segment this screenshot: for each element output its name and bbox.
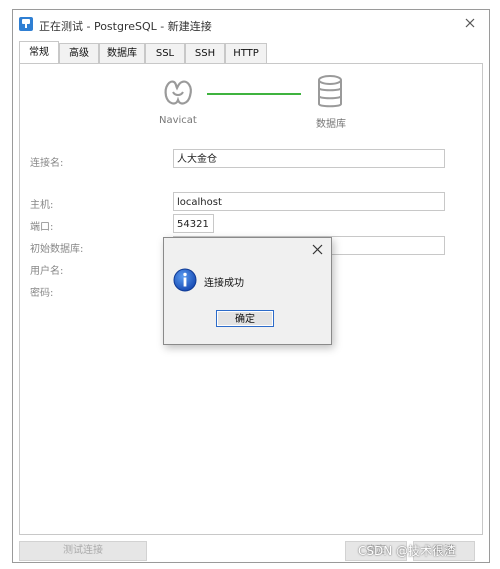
window-close-icon[interactable] — [463, 16, 477, 30]
dialog-close-icon[interactable] — [312, 244, 323, 255]
tab-ssl[interactable]: SSL — [145, 43, 185, 63]
tab-http[interactable]: HTTP — [225, 43, 267, 63]
tab-bar: 常规 高级 数据库 SSL SSH HTTP — [19, 41, 483, 63]
database-icon — [318, 75, 342, 108]
tab-ssh[interactable]: SSH — [185, 43, 225, 63]
tab-database[interactable]: 数据库 — [99, 43, 145, 63]
navicat-logo-icon — [164, 80, 192, 105]
test-connection-button[interactable]: 测试连接 — [19, 541, 147, 561]
host-label: 主机: — [30, 200, 54, 211]
connection-name-input[interactable]: 人大金仓 — [173, 149, 445, 168]
dialog-ok-button[interactable]: 确定 — [216, 310, 274, 327]
window-title: 正在测试 - PostgreSQL - 新建连接 — [39, 20, 212, 33]
title-bar: 正在测试 - PostgreSQL - 新建连接 — [13, 10, 489, 38]
connection-status-line — [207, 93, 301, 95]
connection-name-label: 连接名: — [30, 158, 64, 169]
username-label: 用户名: — [30, 266, 64, 277]
port-label: 端口: — [30, 222, 54, 233]
dialog-message: 连接成功 — [204, 278, 244, 289]
port-input[interactable]: 54321 — [173, 214, 214, 233]
connection-diagram: Navicat 数据库 — [20, 64, 482, 144]
host-input[interactable]: localhost — [173, 192, 445, 211]
tab-general[interactable]: 常规 — [19, 41, 59, 63]
info-icon — [173, 268, 197, 292]
password-label: 密码: — [30, 288, 54, 299]
watermark: CSDN @技术很渣 — [358, 544, 457, 558]
navicat-label: Navicat — [159, 115, 197, 126]
database-label: 数据库 — [316, 119, 346, 130]
connection-success-dialog: 连接成功 确定 — [163, 237, 332, 345]
initial-database-label: 初始数据库: — [30, 244, 84, 255]
navicat-app-icon — [19, 17, 33, 31]
tab-advanced[interactable]: 高级 — [59, 43, 99, 63]
